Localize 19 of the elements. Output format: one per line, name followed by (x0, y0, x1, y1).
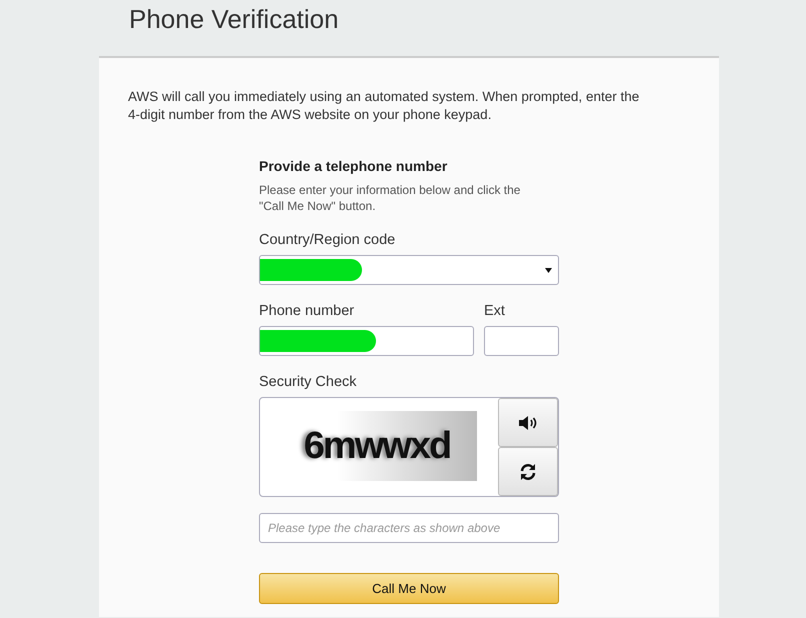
call-me-now-button[interactable]: Call Me Now (259, 573, 559, 604)
speaker-icon (518, 414, 538, 430)
field-label: Phone number (259, 303, 356, 319)
ext-field[interactable] (484, 326, 559, 356)
audio-button[interactable] (498, 398, 558, 447)
field-label: Security Check (259, 374, 358, 390)
refresh-icon (519, 462, 537, 480)
page-title: Phone Verification (129, 3, 340, 35)
refresh-button[interactable] (498, 447, 558, 496)
field-label: Ext (484, 303, 506, 319)
captcha-input[interactable]: Please type the characters as shown above (259, 513, 559, 543)
caret-icon (545, 268, 552, 272)
field-label: Country/Region code (259, 232, 396, 248)
captcha-text: 6mwwxd (304, 424, 450, 468)
form-hint: Please enter your information below and click the "Call Me Now" button. (259, 182, 522, 214)
form-heading: Provide a telephone number (259, 158, 448, 174)
phone-field[interactable] (259, 326, 474, 356)
intro-text: AWS will call you immediately using an automated system. When prompted, enter the 4-digit number from the AWS website on your phone keypad. (128, 88, 640, 124)
country-select[interactable] (259, 255, 559, 285)
